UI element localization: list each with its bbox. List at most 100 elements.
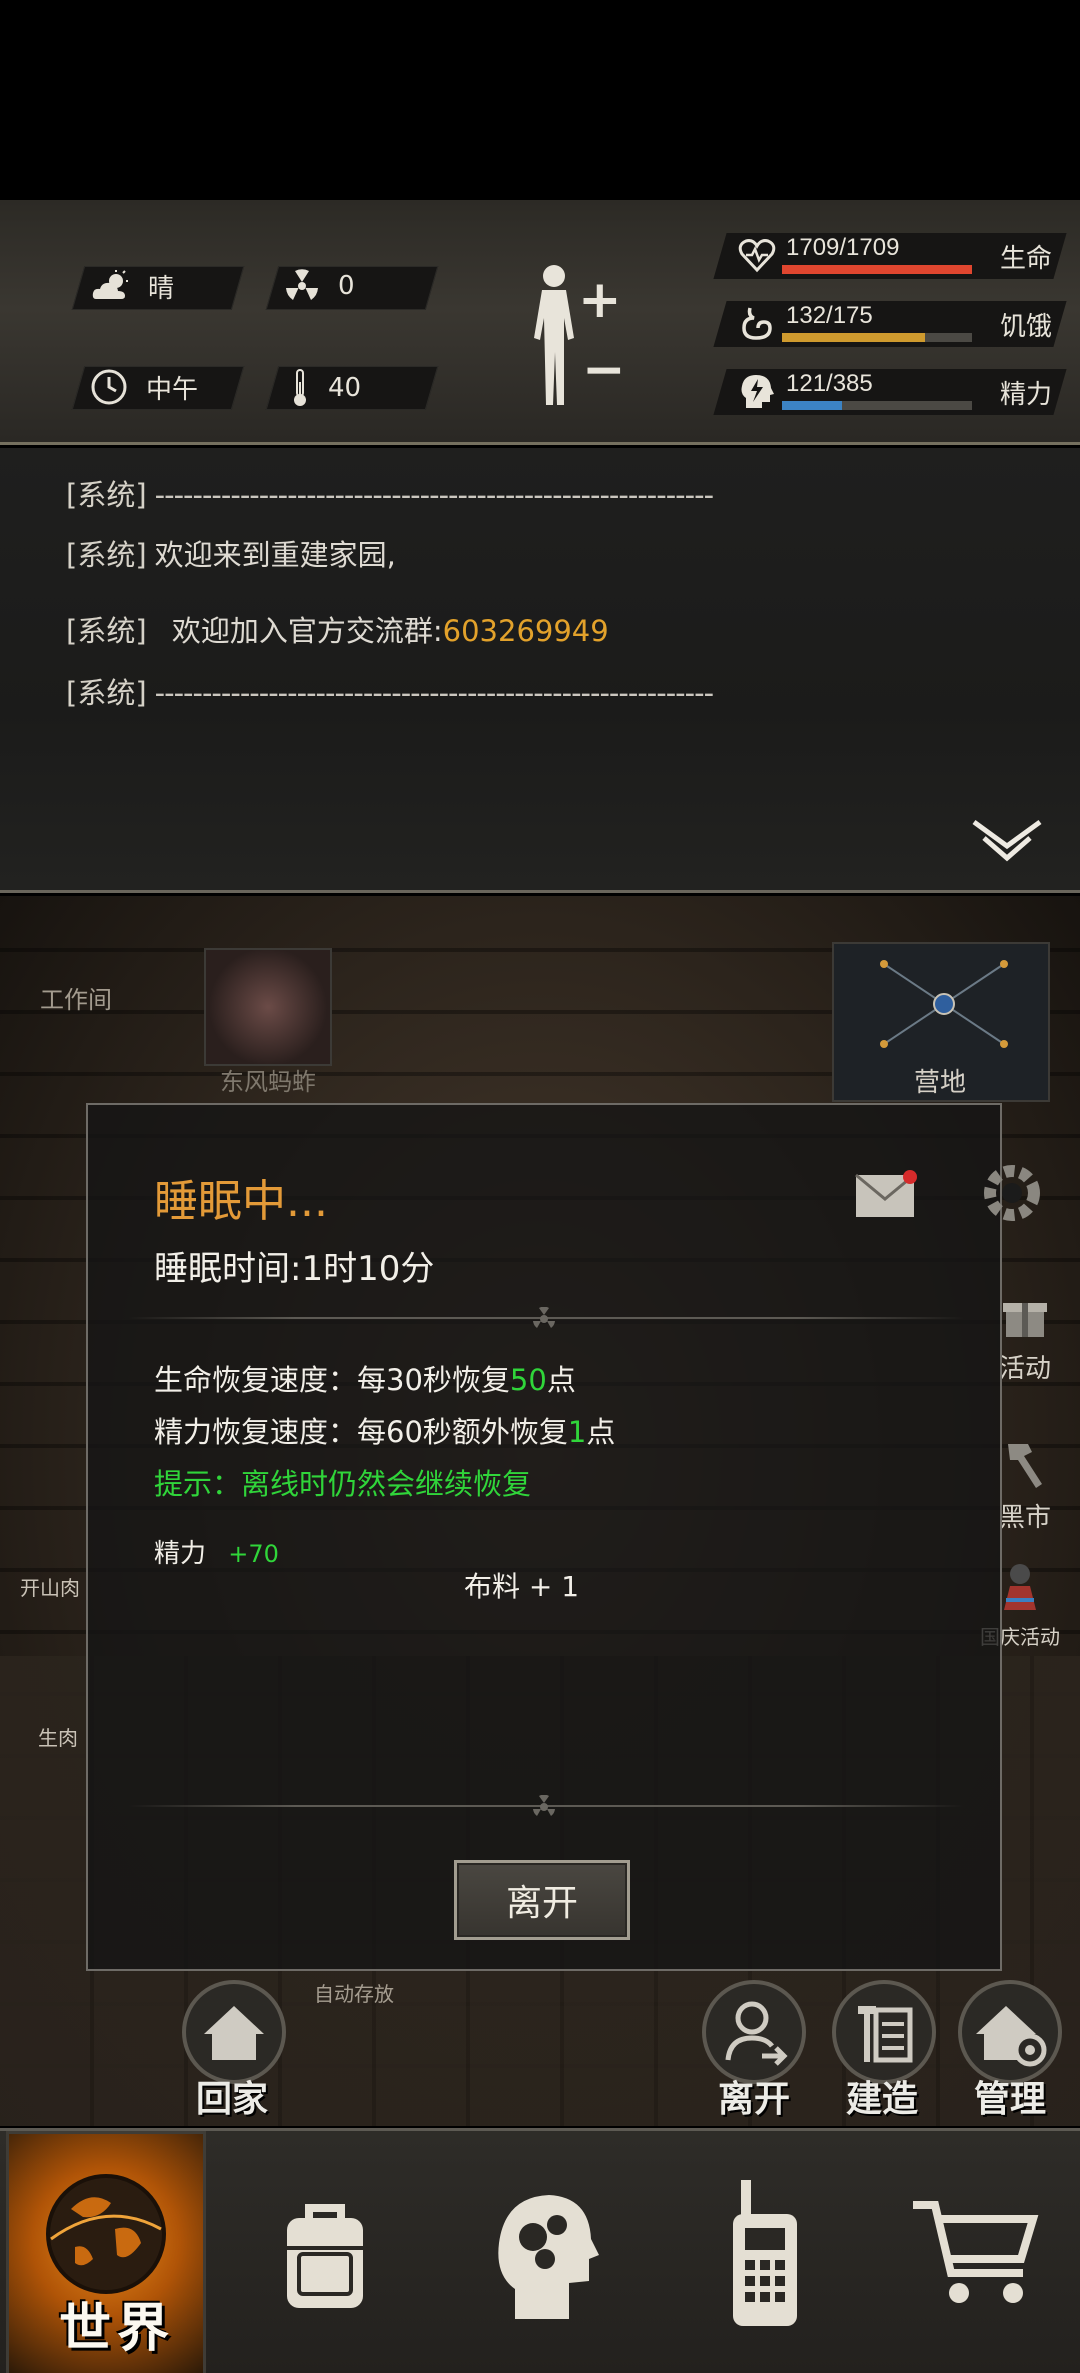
energy-gain: 精力 +70 — [154, 1533, 279, 1570]
log-text: 欢迎加入官方交流群: — [171, 614, 443, 648]
system-tag: [系统] — [66, 538, 147, 572]
map-icon — [880, 960, 1008, 1048]
stomach-icon — [742, 307, 772, 340]
health-regen-value: 50 — [509, 1363, 547, 1397]
hammer-icon — [1008, 1444, 1042, 1488]
home-label: 回家 — [196, 2079, 269, 2120]
radiation-value: 0 — [338, 271, 355, 301]
energy-regen-text: 精力恢复速度：每60秒额外恢复 — [154, 1415, 568, 1449]
log-line: [系统] ------------------------------------… — [66, 472, 714, 514]
nav-backpack[interactable] — [220, 2131, 430, 2373]
gift-icon — [1003, 1303, 1047, 1337]
body-plus-button[interactable]: + — [578, 270, 622, 330]
sleep-dialog: 睡眠中... 睡眠时间:1时10分 生命恢复速度：每30秒恢复50点 精力恢复速… — [86, 1103, 1040, 1971]
system-tag: [系统] — [66, 676, 147, 710]
time-status: 中午 — [90, 368, 198, 406]
clock-icon — [91, 369, 127, 405]
auto-storage-label: 自动存放 — [314, 1982, 394, 2006]
heart-icon — [738, 239, 776, 273]
temperature-status: 40 — [290, 368, 361, 408]
hunger-label: 饥饿 — [999, 312, 1052, 342]
radiation-divider-icon — [533, 1795, 555, 1816]
workshop-label: 工作间 — [40, 986, 112, 1014]
energy-fill — [782, 401, 842, 410]
health-regen-unit: 点 — [546, 1363, 576, 1397]
brain-head-icon — [498, 2194, 599, 2319]
nav-world-label: 世界 — [59, 2299, 176, 2359]
energy-label: 精力 — [999, 380, 1052, 410]
tip-text: 提示：离线时仍然会继续恢复 — [154, 1467, 532, 1501]
health-regen-line: 生命恢复速度：每30秒恢复50点 — [154, 1357, 576, 1399]
health-regen-text: 生命恢复速度：每30秒恢复 — [154, 1363, 510, 1397]
time-label: 中午 — [146, 374, 199, 405]
energy-gain-value: +70 — [228, 1540, 279, 1568]
weather-status: 晴 — [90, 268, 174, 305]
mail-icon[interactable] — [854, 1169, 920, 1221]
dialog-title: 睡眠中... — [154, 1176, 328, 1227]
radiation-icon — [286, 269, 318, 300]
nav-skills[interactable] — [440, 2131, 650, 2373]
energy-regen-line: 精力恢复速度：每60秒额外恢复1点 — [154, 1409, 615, 1451]
npc-label: 东风蚂蚱 — [220, 1068, 316, 1096]
build-label: 建造 — [846, 2079, 919, 2120]
nav-shop[interactable] — [870, 2131, 1080, 2373]
manage-label: 管理 — [974, 2079, 1047, 2120]
log-line: [系统] 欢迎来到重建家园, — [66, 532, 396, 574]
radiation-status: 0 — [284, 268, 355, 304]
health-bar: 1709/1709 生命 — [713, 230, 1067, 280]
item-gain: 布料 + 1 — [464, 1570, 580, 1603]
house-gear-icon — [976, 2006, 1047, 2067]
health-value: 1709/1709 — [786, 234, 900, 261]
leave-area-button[interactable] — [702, 1980, 806, 2084]
health-fill — [782, 265, 972, 274]
build-icon — [858, 2006, 913, 2063]
backpack-icon — [287, 2203, 363, 2308]
thermometer-icon — [294, 369, 306, 406]
item-label: 生肉 — [38, 1726, 78, 1750]
home-icon — [204, 2006, 264, 2060]
energy-regen-unit: 点 — [586, 1415, 616, 1449]
health-label: 生命 — [999, 244, 1052, 274]
camp-label: 营地 — [914, 1068, 967, 1098]
message-log[interactable]: [系统] ------------------------------------… — [0, 448, 1080, 893]
sleep-time: 睡眠时间:1时10分 — [154, 1249, 435, 1289]
temperature-value: 40 — [328, 373, 362, 403]
log-text: ----------------------------------------… — [154, 676, 714, 710]
energy-gain-label: 精力 — [154, 1539, 207, 1569]
person-exit-icon — [725, 2001, 788, 2066]
log-line: [系统] ------------------------------------… — [66, 670, 714, 712]
leave-area-label: 离开 — [718, 2079, 791, 2120]
system-tag: [系统] — [66, 478, 147, 512]
manage-button[interactable] — [958, 1980, 1062, 2084]
leave-button[interactable]: 离开 — [454, 1860, 630, 1940]
weather-label: 晴 — [148, 274, 175, 304]
body-minus-button[interactable]: − — [582, 340, 626, 400]
group-number[interactable]: 603269949 — [443, 614, 609, 648]
radiation-divider-icon — [533, 1307, 555, 1328]
energy-value: 121/385 — [786, 370, 873, 397]
log-text: 欢迎来到重建家园, — [154, 538, 396, 572]
npc-portrait[interactable] — [204, 948, 332, 1066]
log-line: [系统] 欢迎加入官方交流群:603269949 — [66, 608, 609, 650]
cloud-sun-icon — [92, 269, 128, 299]
item-label: 开山肉 — [20, 1576, 80, 1600]
double-chevron-down-icon[interactable] — [970, 818, 1044, 866]
system-tag: [系统] — [66, 614, 147, 648]
divider — [128, 1795, 964, 1816]
energy-regen-value: 1 — [567, 1415, 587, 1449]
status-panel: 晴 0 中午 40 + − 1709/1709 生命 132/175 饥饿 12… — [0, 200, 1080, 445]
bottom-nav: 世界 — [0, 2128, 1080, 2373]
shopping-cart-icon — [913, 2200, 1039, 2303]
gear-icon[interactable] — [972, 1153, 1042, 1233]
nav-radio[interactable] — [660, 2131, 870, 2373]
build-button[interactable] — [832, 1980, 936, 2084]
home-button[interactable] — [182, 1980, 286, 2084]
lightning-head-icon — [741, 375, 774, 408]
hunger-value: 132/175 — [786, 302, 873, 329]
walkie-talkie-icon — [733, 2179, 797, 2326]
nav-world[interactable]: 世界 — [6, 2131, 206, 2373]
log-text: ----------------------------------------… — [154, 478, 714, 512]
divider — [128, 1307, 964, 1328]
energy-bar: 121/385 精力 — [713, 366, 1067, 416]
camp-map-button[interactable]: 营地 — [832, 942, 1050, 1102]
